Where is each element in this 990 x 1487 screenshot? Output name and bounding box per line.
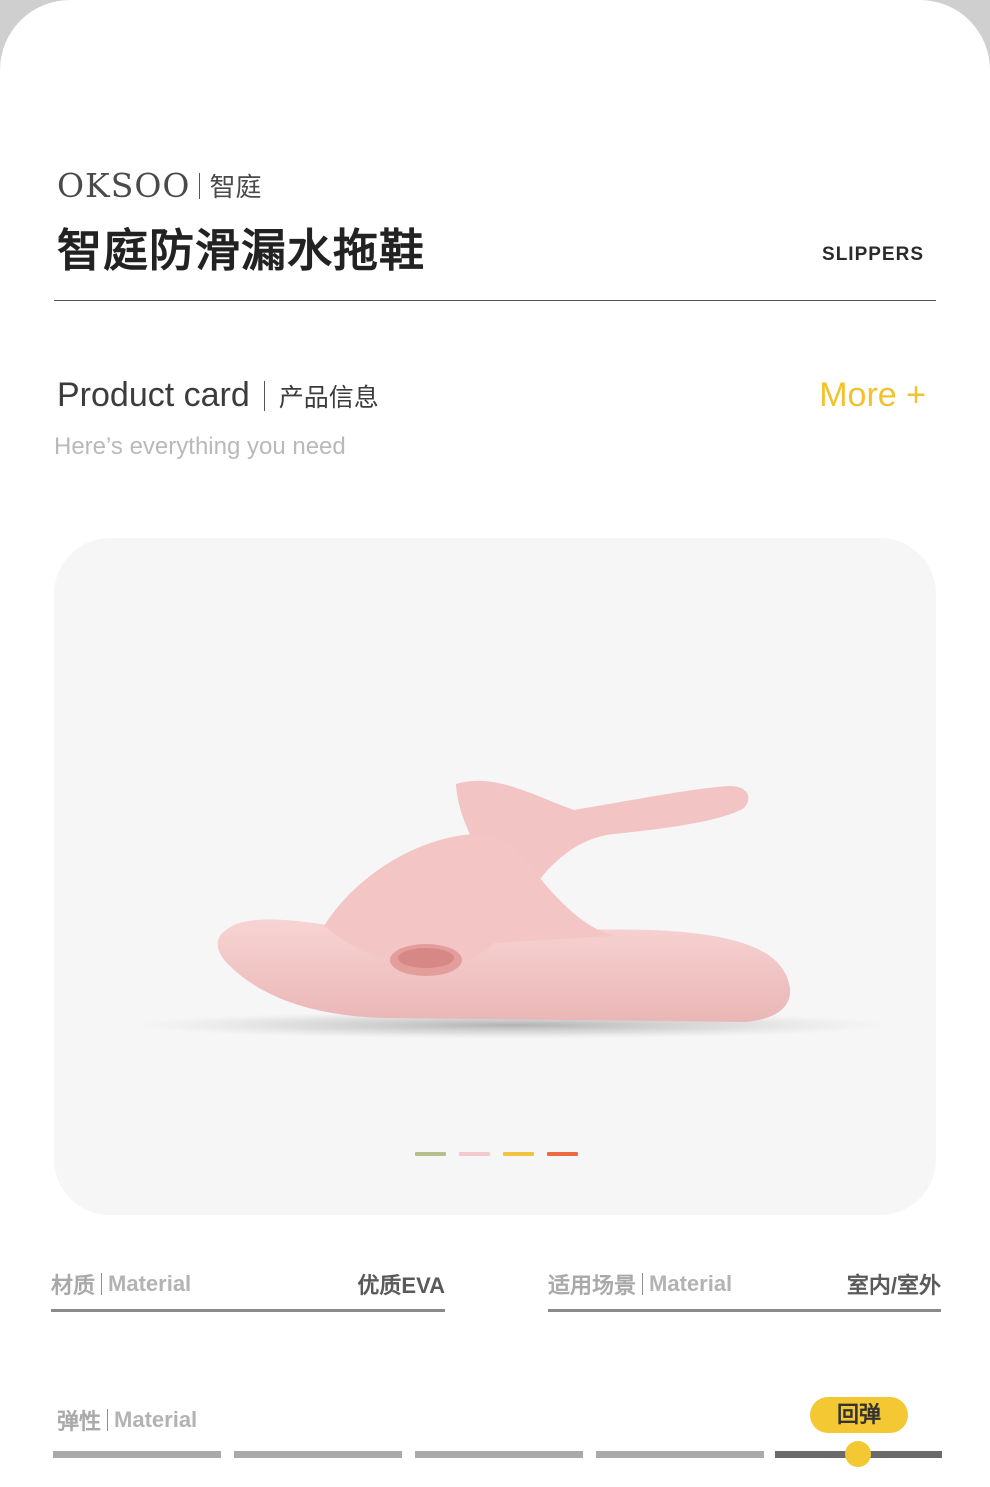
color-option-2[interactable] bbox=[459, 1152, 490, 1156]
spec-label-en: Material bbox=[649, 1271, 733, 1296]
product-detail-page: OKSOO 智庭 智庭防滑漏水拖鞋 SLIPPERS Product card … bbox=[0, 0, 990, 1487]
section-subtitle: Here’s everything you need bbox=[54, 433, 346, 460]
elasticity-track-segment bbox=[596, 1451, 764, 1458]
slipper-image bbox=[132, 780, 892, 1039]
spec-divider bbox=[101, 1273, 103, 1295]
elasticity-label-cn: 弹性 bbox=[57, 1409, 102, 1434]
spec-label-cn: 材质 bbox=[51, 1273, 96, 1298]
more-link[interactable]: More + bbox=[819, 376, 926, 415]
spec-scene: 适用场景 Material 室内/室外 bbox=[548, 1259, 941, 1312]
product-image-card[interactable] bbox=[54, 538, 936, 1215]
color-option-1[interactable] bbox=[415, 1152, 446, 1156]
elasticity-divider bbox=[107, 1409, 109, 1431]
elasticity-slider-knob[interactable] bbox=[845, 1441, 871, 1467]
color-selector bbox=[415, 1152, 578, 1156]
elasticity-label-en: Material bbox=[114, 1407, 198, 1432]
color-option-4[interactable] bbox=[547, 1152, 578, 1156]
brand-divider bbox=[199, 172, 201, 199]
elasticity-track-segment bbox=[415, 1451, 583, 1458]
brand-logo: OKSOO bbox=[57, 166, 191, 205]
section-heading: Product card 产品信息 bbox=[57, 376, 379, 415]
spec-divider bbox=[642, 1273, 644, 1295]
product-tag: SLIPPERS bbox=[822, 244, 924, 265]
section-title-en: Product card bbox=[57, 376, 250, 414]
header-divider bbox=[54, 300, 936, 301]
elasticity-value-badge: 回弹 bbox=[810, 1397, 908, 1433]
spec-label-cn: 适用场景 bbox=[548, 1273, 637, 1298]
elasticity-track-segment bbox=[234, 1451, 402, 1458]
brand-name-cn: 智庭 bbox=[209, 172, 262, 202]
brand: OKSOO 智庭 bbox=[57, 166, 261, 205]
section-title-cn: 产品信息 bbox=[278, 383, 379, 412]
spec-value: 室内/室外 bbox=[846, 1273, 941, 1298]
elasticity-track-segment bbox=[53, 1451, 221, 1458]
spec-material: 材质 Material 优质EVA bbox=[51, 1259, 445, 1312]
product-title: 智庭防滑漏水拖鞋 bbox=[57, 225, 426, 276]
spec-label-en: Material bbox=[108, 1271, 192, 1296]
color-option-3[interactable] bbox=[503, 1152, 534, 1156]
spec-value: 优质EVA bbox=[357, 1273, 445, 1298]
section-divider bbox=[263, 380, 265, 411]
elasticity-label: 弹性 Material bbox=[57, 1404, 197, 1436]
spec-label: 材质 Material bbox=[51, 1268, 191, 1300]
spec-label: 适用场景 Material bbox=[548, 1268, 732, 1300]
